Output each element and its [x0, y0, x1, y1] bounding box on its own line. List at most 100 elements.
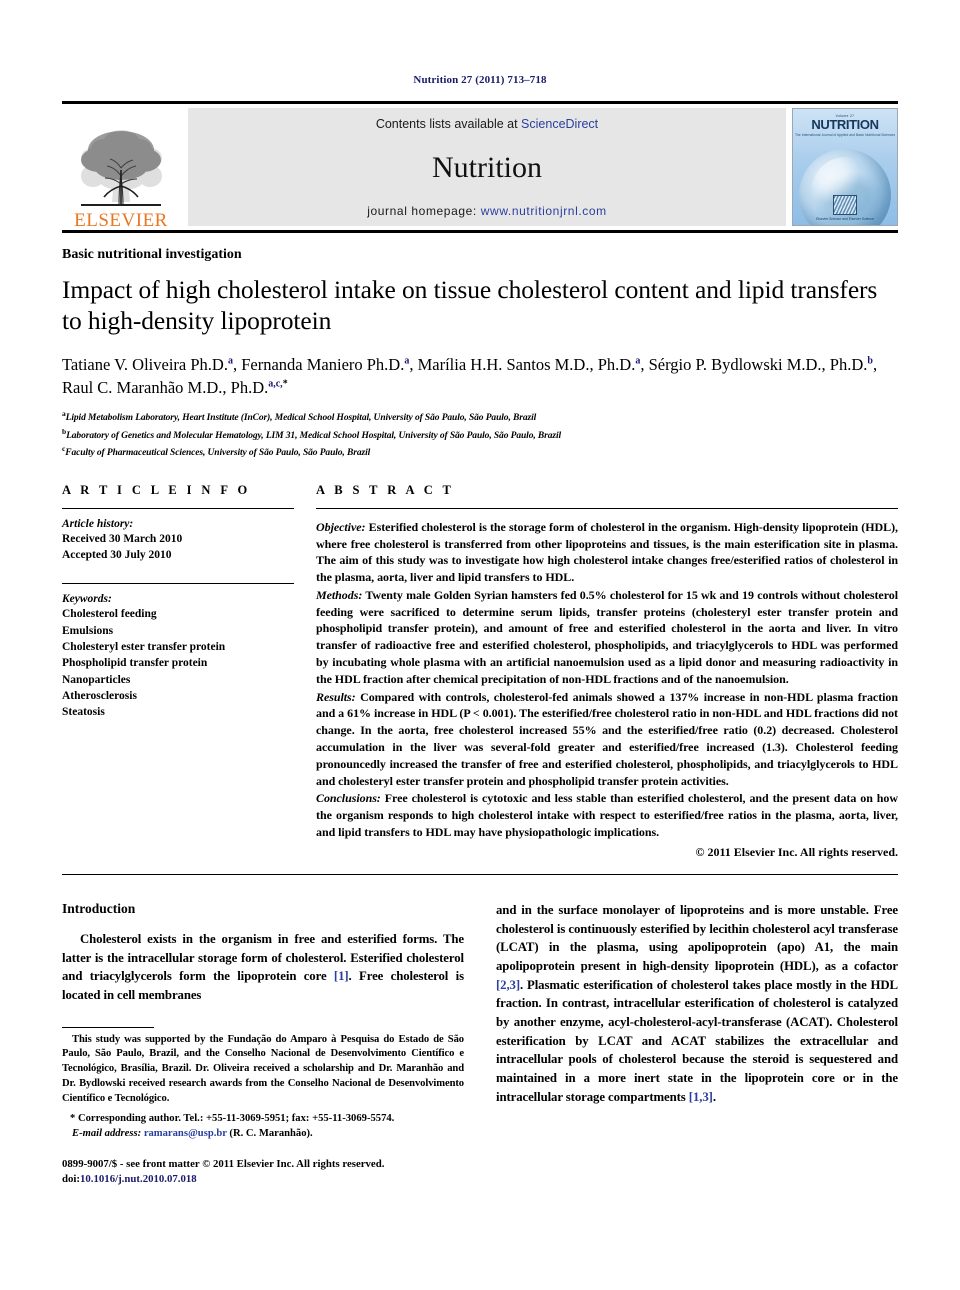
cover-title: NUTRITION — [811, 117, 879, 132]
masthead-center-panel: Contents lists available at ScienceDirec… — [188, 108, 786, 226]
author-list: Tatiane V. Oliveira Ph.D.a, Fernanda Man… — [62, 353, 898, 399]
abstract-methods-label: Methods: — [316, 587, 363, 602]
journal-homepage-line: journal homepage: www.nutritionjrnl.com — [367, 204, 607, 218]
abstract-methods-text: Twenty male Golden Syrian hamsters fed 0… — [316, 587, 898, 686]
author-affil-marker: a,c, — [268, 378, 283, 390]
abstract-rule — [316, 507, 898, 509]
contents-list-line: Contents lists available at ScienceDirec… — [376, 117, 598, 131]
body-column-right: and in the surface monolayer of lipoprot… — [496, 901, 898, 1188]
author-name: Fernanda Maniero Ph.D. — [241, 355, 405, 375]
article-history-accepted: Accepted 30 July 2010 — [62, 549, 172, 562]
corresponding-text: Corresponding author. Tel.: +55-11-3069-… — [77, 1112, 395, 1124]
journal-cover-thumbnail: Volume 27 NUTRITION The International Jo… — [792, 108, 898, 226]
corresponding-author-marker: * — [282, 378, 288, 390]
paper-page: Nutrition 27 (2011) 713–718 ELSEVIER Con… — [0, 0, 960, 1290]
running-head: Nutrition 27 (2011) 713–718 — [413, 74, 547, 86]
intro-right-text-post: . — [712, 1089, 716, 1104]
contents-prefix: Contents lists available at — [375, 117, 522, 131]
info-abstract-row: A R T I C L E I N F O Article history: R… — [62, 483, 898, 860]
keywords-label: Keywords: — [62, 593, 112, 606]
author-sep: , — [232, 355, 242, 375]
citation-link[interactable]: [2,3] — [496, 978, 520, 992]
intro-right-text-mid: . Plasmatic esterification of cholestero… — [496, 977, 898, 1104]
author-name: Marília H.H. Santos M.D., Ph.D. — [417, 355, 636, 375]
doi-line: doi:10.1016/j.nut.2010.07.018 — [62, 1172, 464, 1188]
keyword-item: Nanoparticles — [62, 673, 131, 686]
introduction-heading: Introduction — [62, 900, 136, 916]
abstract-objective-text: Esterified cholesterol is the storage fo… — [316, 519, 898, 585]
cover-footer: Elsevier Science and Elsevier Science — [793, 195, 897, 221]
body-columns: Introduction Cholesterol exists in the o… — [62, 901, 898, 1188]
abstract-results: Results: Compared with controls, cholest… — [316, 689, 898, 790]
page-title: Impact of high cholesterol intake on tis… — [62, 275, 878, 336]
abstract-methods: Methods: Twenty male Golden Syrian hamst… — [316, 587, 898, 688]
corresponding-marker: * — [70, 1112, 76, 1124]
body-column-left: Introduction Cholesterol exists in the o… — [62, 901, 464, 1188]
sciencedirect-link[interactable]: ScienceDirect — [521, 117, 598, 131]
citation-link[interactable]: [1] — [334, 969, 349, 983]
author-name: Tatiane V. Oliveira Ph.D. — [62, 355, 228, 375]
citation-link[interactable]: [1,3] — [689, 1090, 713, 1104]
keyword-item: Atherosclerosis — [62, 690, 137, 702]
author-sep: , — [409, 355, 418, 375]
affiliation-text: Lipid Metabolism Laboratory, Heart Insti… — [65, 413, 537, 424]
journal-masthead: ELSEVIER Contents lists available at Sci… — [62, 101, 898, 230]
article-section-label: Basic nutritional investigation — [62, 247, 242, 262]
imprint-block: 0899-9007/$ - see front matter © 2011 El… — [62, 1157, 464, 1188]
cover-publisher-line: Elsevier Science and Elsevier Science — [816, 217, 874, 221]
author-name: Sérgio P. Bydlowski M.D., Ph.D. — [648, 355, 868, 375]
abstract-heading: A B S T R A C T — [316, 482, 455, 497]
abstract-objective: Objective: Esterified cholesterol is the… — [316, 519, 898, 586]
author-entry: Tatiane V. Oliveira Ph.D.a, — [62, 355, 241, 374]
author-entry: Raul C. Maranhão M.D., Ph.D.a,c,* — [62, 378, 288, 397]
abstract-column: A B S T R A C T Objective: Esterified ch… — [316, 483, 898, 860]
keyword-item: Emulsions — [62, 624, 114, 637]
affiliation-item: cFaculty of Pharmaceutical Sciences, Uni… — [62, 443, 898, 460]
affiliation-list: aLipid Metabolism Laboratory, Heart Inst… — [62, 408, 898, 460]
keyword-item: Cholesteryl ester transfer protein — [62, 641, 226, 654]
keywords-block: Keywords: Cholesterol feeding Emulsions … — [62, 583, 294, 720]
cover-header: Volume 27 NUTRITION The International Jo… — [793, 109, 897, 137]
author-name: Raul C. Maranhão M.D., Ph.D. — [62, 378, 269, 398]
doi-link[interactable]: 10.1016/j.nut.2010.07.018 — [80, 1173, 197, 1185]
intro-right-text-pre: and in the surface monolayer of lipoprot… — [496, 902, 898, 973]
article-info-rule — [62, 507, 294, 509]
cover-subtitle: The International Journal of Applied and… — [794, 132, 896, 137]
affiliation-item: aLipid Metabolism Laboratory, Heart Inst… — [62, 408, 898, 425]
doi-label: doi: — [62, 1173, 80, 1186]
author-sep: , — [640, 355, 649, 375]
abstract-results-label: Results: — [316, 689, 356, 704]
article-info-column: A R T I C L E I N F O Article history: R… — [62, 483, 294, 860]
author-entry: Marília H.H. Santos M.D., Ph.D.a, — [418, 355, 649, 374]
issn-line: 0899-9007/$ - see front matter © 2011 El… — [62, 1157, 385, 1170]
introduction-paragraph-right: and in the surface monolayer of lipoprot… — [496, 901, 898, 1106]
affiliation-text: Laboratory of Genetics and Molecular Hem… — [66, 431, 562, 442]
article-history-label: Article history: — [62, 517, 134, 530]
author-entry: Fernanda Maniero Ph.D.a, — [241, 355, 417, 374]
abstract-results-text: Compared with controls, cholesterol-fed … — [316, 689, 898, 788]
abstract-conclusions-label: Conclusions: — [316, 791, 381, 806]
footnote-separator — [62, 1026, 154, 1028]
elsevier-mark-icon — [833, 195, 857, 215]
abstract-bottom-rule — [62, 873, 898, 875]
abstract-conclusions: Conclusions: Free cholesterol is cytotox… — [316, 790, 898, 840]
abstract-objective-label: Objective: — [316, 519, 366, 534]
affiliation-text: Faculty of Pharmaceutical Sciences, Univ… — [65, 448, 371, 459]
corresponding-author-footnote: * Corresponding author. Tel.: +55-11-306… — [62, 1111, 464, 1141]
affiliation-item: bLaboratory of Genetics and Molecular He… — [62, 426, 898, 443]
author-entry: Sérgio P. Bydlowski M.D., Ph.D.b, — [649, 355, 878, 374]
journal-title: Nutrition — [432, 150, 542, 184]
keywords-rule — [62, 583, 294, 585]
abstract-conclusions-text: Free cholesterol is cytotoxic and less s… — [316, 791, 898, 840]
keyword-item: Phospholipid transfer protein — [62, 657, 208, 670]
elsevier-tree-icon — [81, 130, 162, 207]
email-label: E-mail address: — [72, 1127, 142, 1139]
journal-homepage-link[interactable]: www.nutritionjrnl.com — [481, 204, 607, 218]
masthead-bottom-rule — [62, 230, 898, 233]
email-owner: (R. C. Maranhão). — [229, 1127, 313, 1139]
article-info-heading: A R T I C L E I N F O — [62, 482, 251, 497]
abstract-copyright: © 2011 Elsevier Inc. All rights reserved… — [695, 844, 898, 859]
email-link[interactable]: ramarans@usp.br — [144, 1128, 227, 1139]
keyword-item: Steatosis — [62, 706, 105, 719]
keyword-item: Cholesterol feeding — [62, 608, 157, 621]
